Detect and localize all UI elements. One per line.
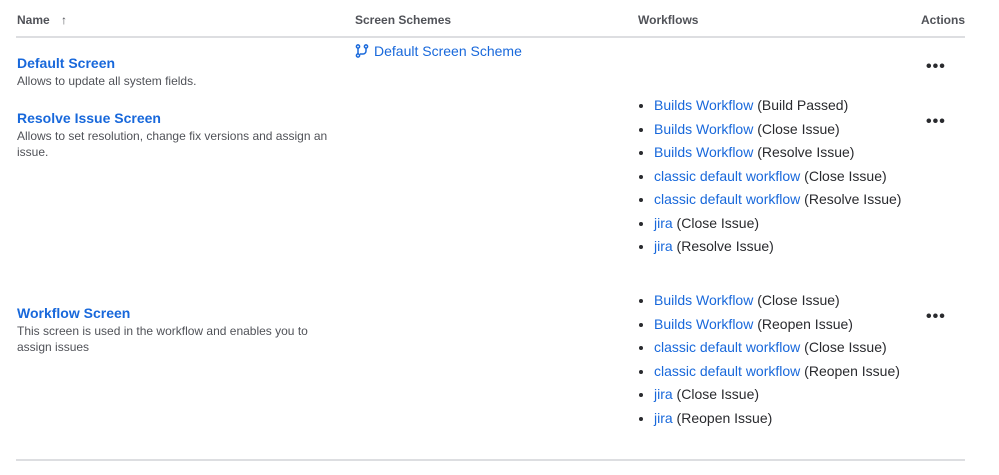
workflow-item: jira (Close Issue) — [654, 383, 909, 407]
workflow-item: classic default workflow (Close Issue) — [654, 165, 909, 189]
workflow-item: jira (Close Issue) — [654, 212, 909, 236]
workflow-item: Builds Workflow (Close Issue) — [654, 289, 909, 313]
screen-title-link[interactable]: Default Screen — [17, 55, 115, 71]
header-divider — [16, 36, 965, 38]
screen-title-link[interactable]: Resolve Issue Screen — [17, 110, 161, 126]
workflow-item: classic default workflow (Resolve Issue) — [654, 188, 909, 212]
workflow-link[interactable]: jira — [654, 238, 673, 254]
column-header-actions: Actions — [921, 13, 966, 27]
transition-label: (Close Issue) — [800, 339, 887, 355]
workflow-item: classic default workflow (Close Issue) — [654, 336, 909, 360]
workflow-item: Builds Workflow (Resolve Issue) — [654, 141, 909, 165]
screen-description: Allows to set resolution, change fix ver… — [17, 129, 328, 159]
transition-label: (Resolve Issue) — [753, 144, 855, 160]
table-bottom-divider — [16, 459, 965, 461]
workflow-item: jira (Reopen Issue) — [654, 407, 909, 431]
transition-label: (Resolve Issue) — [672, 238, 774, 254]
workflow-link[interactable]: classic default workflow — [654, 363, 800, 379]
workflow-item: jira (Resolve Issue) — [654, 235, 909, 259]
transition-label: (Reopen Issue) — [672, 409, 773, 426]
workflow-list: Builds Workflow (Close Issue) Builds Wor… — [638, 289, 909, 430]
screen-scheme-icon — [355, 44, 369, 58]
column-header-screen-schemes: Screen Schemes — [355, 13, 452, 27]
transition-label: (Close Issue) — [800, 167, 887, 184]
transition-label: (Build Passed) — [753, 97, 849, 113]
workflow-link[interactable]: classic default workflow — [654, 339, 800, 355]
transition-label: (Resolve Issue) — [800, 191, 902, 207]
transition-label: (Close Issue) — [753, 120, 840, 137]
screen-description: Allows to update all system fields. — [17, 74, 197, 88]
workflow-link[interactable]: classic default workflow — [654, 168, 800, 184]
workflow-link[interactable]: Builds Workflow — [654, 144, 753, 160]
more-actions-button[interactable]: ••• — [926, 113, 946, 131]
workflow-link[interactable]: jira — [654, 215, 673, 231]
workflow-link[interactable]: jira — [654, 410, 673, 426]
transition-label: (Close Issue) — [672, 214, 760, 231]
more-actions-button[interactable]: ••• — [926, 58, 946, 76]
column-header-workflows: Workflows — [638, 13, 699, 27]
sort-ascending-icon: ↑ — [61, 13, 68, 27]
workflow-link[interactable]: Builds Workflow — [654, 97, 753, 113]
screen-scheme-link[interactable]: Default Screen Scheme — [355, 43, 522, 59]
transition-label: (Reopen Issue) — [800, 362, 900, 379]
workflow-item: classic default workflow (Reopen Issue) — [654, 360, 909, 384]
workflow-link[interactable]: jira — [654, 386, 673, 402]
screen-description: This screen is used in the workflow and … — [17, 324, 308, 354]
workflow-item: Builds Workflow (Reopen Issue) — [654, 313, 909, 337]
transition-label: (Reopen Issue) — [753, 315, 853, 332]
column-header-name[interactable]: Name ↑ — [17, 13, 67, 27]
workflow-item: Builds Workflow (Close Issue) — [654, 118, 909, 142]
transition-label: (Close Issue) — [672, 386, 760, 402]
workflow-list: Builds Workflow (Build Passed) Builds Wo… — [638, 94, 909, 259]
workflow-link[interactable]: Builds Workflow — [654, 292, 753, 308]
header-label: Name — [17, 13, 50, 27]
workflow-link[interactable]: Builds Workflow — [654, 316, 753, 332]
workflow-item: Builds Workflow (Build Passed) — [654, 94, 909, 118]
workflow-link[interactable]: classic default workflow — [654, 191, 800, 207]
screen-title-link[interactable]: Workflow Screen — [17, 305, 130, 321]
workflow-link[interactable]: Builds Workflow — [654, 121, 753, 137]
screen-scheme-label: Default Screen Scheme — [374, 43, 522, 59]
more-actions-button[interactable]: ••• — [926, 308, 946, 326]
transition-label: (Close Issue) — [753, 292, 840, 308]
